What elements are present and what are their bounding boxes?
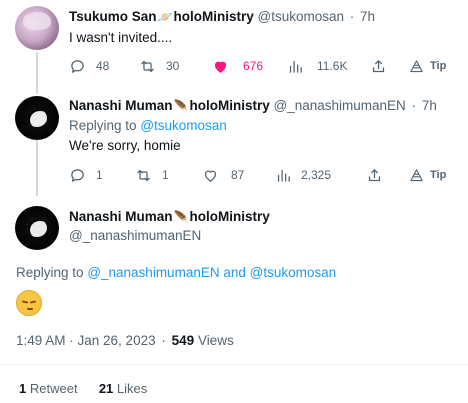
tweet-2[interactable]: Nanashi Muman🪶holoMinistry @_nanashimuma…	[0, 90, 468, 195]
heart-icon	[204, 170, 217, 182]
tweet-header: Tsukumo San🪐holoMinistry @tsukomosan · 7…	[69, 9, 376, 24]
views-button[interactable]: 2,325	[275, 164, 331, 186]
retweet-icon	[141, 60, 154, 72]
avatar[interactable]	[15, 206, 59, 250]
share-icon	[368, 168, 381, 181]
tweet-time[interactable]: 7h	[422, 98, 437, 113]
tip-button[interactable]: Tip	[409, 164, 446, 186]
tweet-actions: 48 30 676 11.6K Tip	[69, 55, 459, 77]
reply-button[interactable]: 1	[69, 164, 103, 186]
tweet-stats: 1 Retweet 21 Likes	[19, 381, 147, 396]
retweets-stat[interactable]: 1 Retweet	[19, 381, 78, 396]
retweet-icon	[137, 169, 150, 181]
tweet-text: We're sorry, homie	[69, 138, 181, 153]
tip-icon	[410, 168, 423, 181]
tweet-text: I wasn't invited....	[69, 30, 173, 45]
tip-icon	[410, 59, 423, 72]
views-button[interactable]: 11.6K	[287, 55, 347, 77]
tweet-actions: 1 1 87 2,325 Tip	[69, 164, 459, 186]
like-button[interactable]: 87	[202, 164, 244, 186]
tweet-meta: 1:49 AM · Jan 26, 2023 · 549 Views	[16, 333, 234, 348]
tweet-header: Nanashi Muman🪶holoMinistry	[69, 209, 270, 224]
reply-icon	[71, 168, 84, 182]
share-button[interactable]	[366, 164, 383, 186]
share-icon	[372, 59, 385, 72]
avatar[interactable]	[15, 96, 59, 140]
views-count: 549	[171, 333, 195, 348]
user-handle[interactable]: @_nanashimumanEN	[69, 228, 201, 243]
views-bar-icon	[289, 60, 302, 73]
tweet-timestamp[interactable]: 1:49 AM · Jan 26, 2023	[16, 333, 156, 348]
display-name[interactable]: Nanashi Muman🪶holoMinistry	[69, 98, 270, 113]
like-button[interactable]: 676	[212, 55, 263, 77]
user-handle[interactable]: @_nanashimumanEN	[274, 98, 406, 113]
tweet-1[interactable]: Tsukumo San🪐holoMinistry @tsukomosan · 7…	[0, 0, 468, 90]
tweet-header: Nanashi Muman🪶holoMinistry @_nanashimuma…	[69, 98, 437, 113]
reply-button[interactable]: 48	[69, 55, 109, 77]
share-button[interactable]	[370, 55, 387, 77]
reply-target-link[interactable]: @tsukomosan	[140, 118, 227, 133]
display-name[interactable]: Nanashi Muman🪶holoMinistry	[69, 209, 270, 224]
heart-filled-icon	[214, 61, 227, 73]
main-tweet: Nanashi Muman🪶holoMinistry @_nanashimuma…	[0, 195, 468, 403]
tweet-time[interactable]: 7h	[360, 9, 375, 24]
reply-icon	[71, 59, 84, 73]
divider	[0, 364, 468, 365]
retweet-button[interactable]: 1	[135, 164, 169, 186]
reply-target-link[interactable]: @_nanashimumanEN	[87, 265, 219, 280]
views-bar-icon	[277, 169, 290, 182]
retweet-button[interactable]: 30	[139, 55, 179, 77]
pensive-face-emoji	[16, 290, 42, 316]
replying-to: Replying to @_nanashimumanEN and @tsukom…	[16, 265, 337, 280]
display-name[interactable]: Tsukumo San🪐holoMinistry	[69, 9, 254, 24]
tip-button[interactable]: Tip	[409, 55, 446, 77]
user-handle[interactable]: @tsukomosan	[257, 9, 344, 24]
reply-target-link[interactable]: @tsukomosan	[250, 265, 337, 280]
likes-stat[interactable]: 21 Likes	[99, 381, 147, 396]
avatar[interactable]	[15, 6, 59, 50]
views-label: Views	[197, 333, 234, 348]
replying-to: Replying to @tsukomosan	[69, 118, 227, 133]
